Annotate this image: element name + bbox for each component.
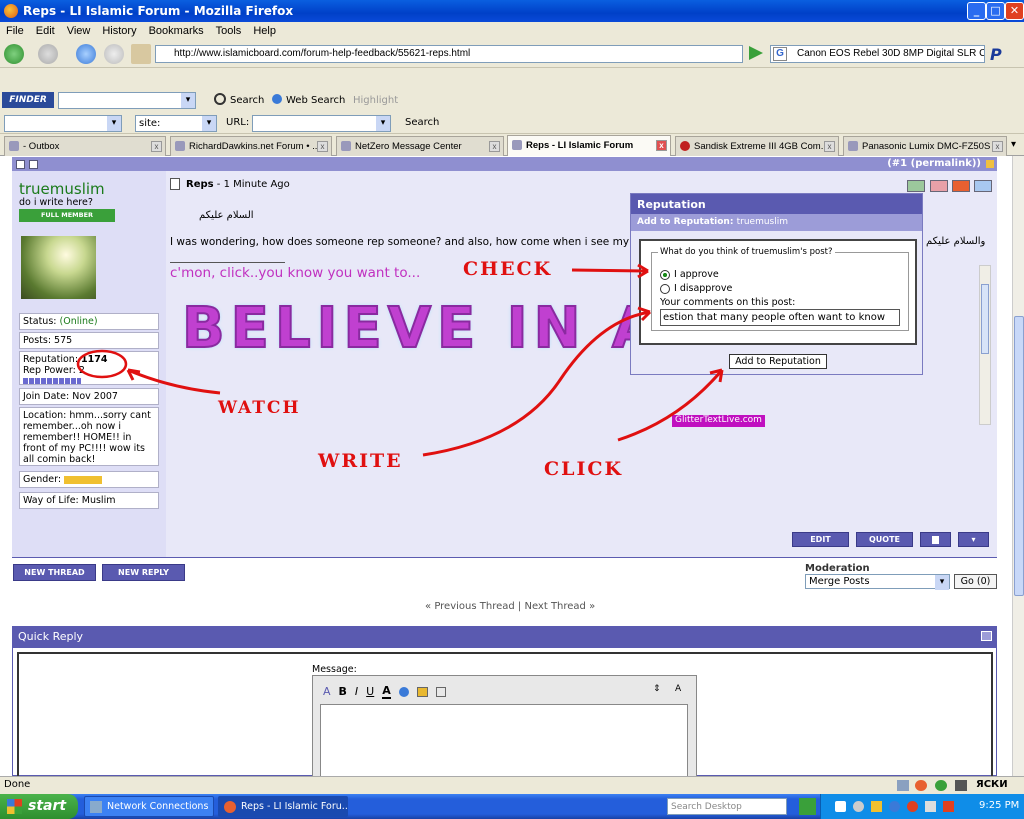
annotation-watch: WATCH <box>218 398 301 418</box>
message-label: Message: <box>312 664 357 675</box>
status-icon-3[interactable] <box>935 780 947 791</box>
post-bottom-border <box>12 557 997 558</box>
watch-arrow <box>127 368 221 395</box>
editor-toolbar: A B I U A <box>323 684 446 699</box>
desktop-search-go-icon[interactable] <box>799 798 816 815</box>
italic-icon[interactable]: I <box>355 685 358 698</box>
tray-icon-7[interactable] <box>943 801 954 812</box>
taskbar: start Network Connections Reps - LI Isla… <box>0 794 1024 819</box>
reputation-circle <box>76 349 128 379</box>
previous-thread-link[interactable]: Previous Thread <box>434 601 514 612</box>
language-indicator[interactable]: ЯСКИ <box>976 779 1008 790</box>
task-network-connections[interactable]: Network Connections <box>84 796 214 817</box>
underline-icon[interactable]: U <box>366 685 374 698</box>
status-icon-2[interactable] <box>915 780 927 791</box>
status-icon-1[interactable] <box>897 780 909 791</box>
tray-icon-5[interactable] <box>907 801 918 812</box>
bold-icon[interactable]: B <box>339 685 347 698</box>
moderation-label: Moderation <box>805 563 870 574</box>
tray-icon-4[interactable] <box>889 801 900 812</box>
multiquote-button[interactable] <box>920 532 951 547</box>
chevron-left-icon: « <box>425 601 432 612</box>
write-arrow <box>422 310 651 457</box>
editor-box: A B I U A ⇕ A <box>312 675 697 777</box>
status-text: Done <box>4 779 31 790</box>
thread-navigation: « Previous Thread | Next Thread » <box>425 601 596 612</box>
moderation-select[interactable]: Merge Posts <box>805 574 950 590</box>
chevron-right-icon: » <box>589 601 596 612</box>
quick-reply-header: Quick Reply <box>12 626 997 648</box>
tray-icon-6[interactable] <box>925 801 936 812</box>
link-icon[interactable] <box>398 686 409 697</box>
clock[interactable]: 9:25 PM <box>979 800 1019 811</box>
new-reply-button[interactable]: NEW REPLY <box>102 564 185 581</box>
multiquote-icon <box>932 536 939 544</box>
quick-reply-button[interactable]: ▾ <box>958 532 989 547</box>
next-thread-link[interactable]: Next Thread <box>524 601 585 612</box>
moderation-go-button[interactable]: Go (0) <box>954 574 997 589</box>
annotation-click: CLICK <box>544 458 624 480</box>
desktop-search-input[interactable]: Search Desktop <box>667 798 787 815</box>
click-arrow <box>617 369 724 442</box>
annotation-check: CHECK <box>463 258 553 280</box>
edit-button[interactable]: EDIT <box>792 532 849 547</box>
tray-icon-3[interactable] <box>871 801 882 812</box>
resize-icon[interactable]: ⇕ <box>653 684 661 694</box>
new-thread-button[interactable]: NEW THREAD <box>13 564 96 581</box>
start-button[interactable]: start <box>0 794 78 819</box>
font-color-icon[interactable]: A <box>382 684 391 699</box>
tray-icon-2[interactable] <box>853 801 864 812</box>
windows-logo-icon <box>7 799 22 814</box>
image-icon[interactable] <box>416 686 428 697</box>
tray-icon-1[interactable] <box>835 801 846 812</box>
chevron-down-icon: ▾ <box>971 535 976 544</box>
quote-button[interactable]: QUOTE <box>856 532 913 547</box>
status-icon-4[interactable] <box>955 780 967 791</box>
status-bar: Done ЯСКИ <box>0 776 1024 794</box>
network-icon <box>90 801 102 813</box>
annotation-write: WRITE <box>318 450 403 472</box>
remove-format-icon[interactable]: A <box>323 685 331 698</box>
quote-icon[interactable] <box>435 686 446 697</box>
task-firefox[interactable]: Reps - LI Islamic Foru... <box>218 796 348 817</box>
message-textarea[interactable] <box>320 704 688 777</box>
firefox-icon <box>224 801 236 813</box>
check-arrow <box>571 268 649 273</box>
system-tray: 9:25 PM <box>820 794 1024 819</box>
switch-mode-icon[interactable]: A <box>675 684 681 694</box>
collapse-icon[interactable] <box>981 631 992 641</box>
